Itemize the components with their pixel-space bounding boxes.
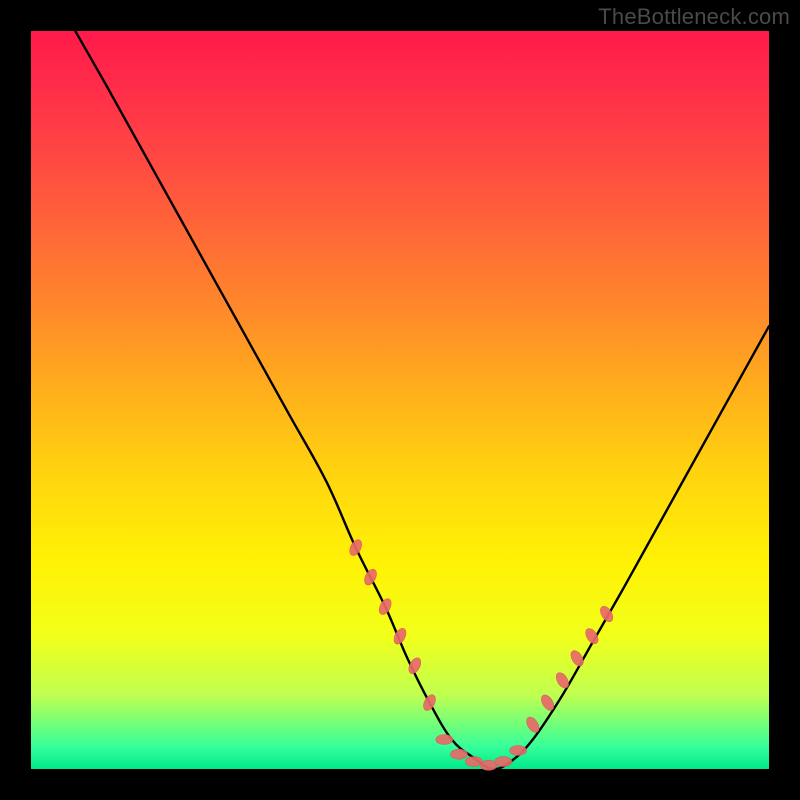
curve-marker (495, 757, 512, 767)
curve-marker (451, 749, 468, 759)
bottleneck-curve-path (75, 31, 769, 769)
curve-marker (583, 626, 600, 646)
watermark-text: TheBottleneck.com (598, 4, 790, 30)
curve-marker (510, 746, 527, 756)
curve-marker (362, 567, 379, 587)
chart-stage: TheBottleneck.com (0, 0, 800, 800)
curve-marker (554, 671, 571, 691)
curve-markers-group (347, 538, 615, 771)
curve-marker (421, 693, 438, 713)
curve-marker (465, 757, 482, 767)
curve-marker (347, 538, 364, 558)
curve-marker (377, 597, 394, 617)
bottleneck-curve-svg (31, 31, 769, 769)
plot-area (31, 31, 769, 769)
curve-marker (436, 735, 453, 745)
